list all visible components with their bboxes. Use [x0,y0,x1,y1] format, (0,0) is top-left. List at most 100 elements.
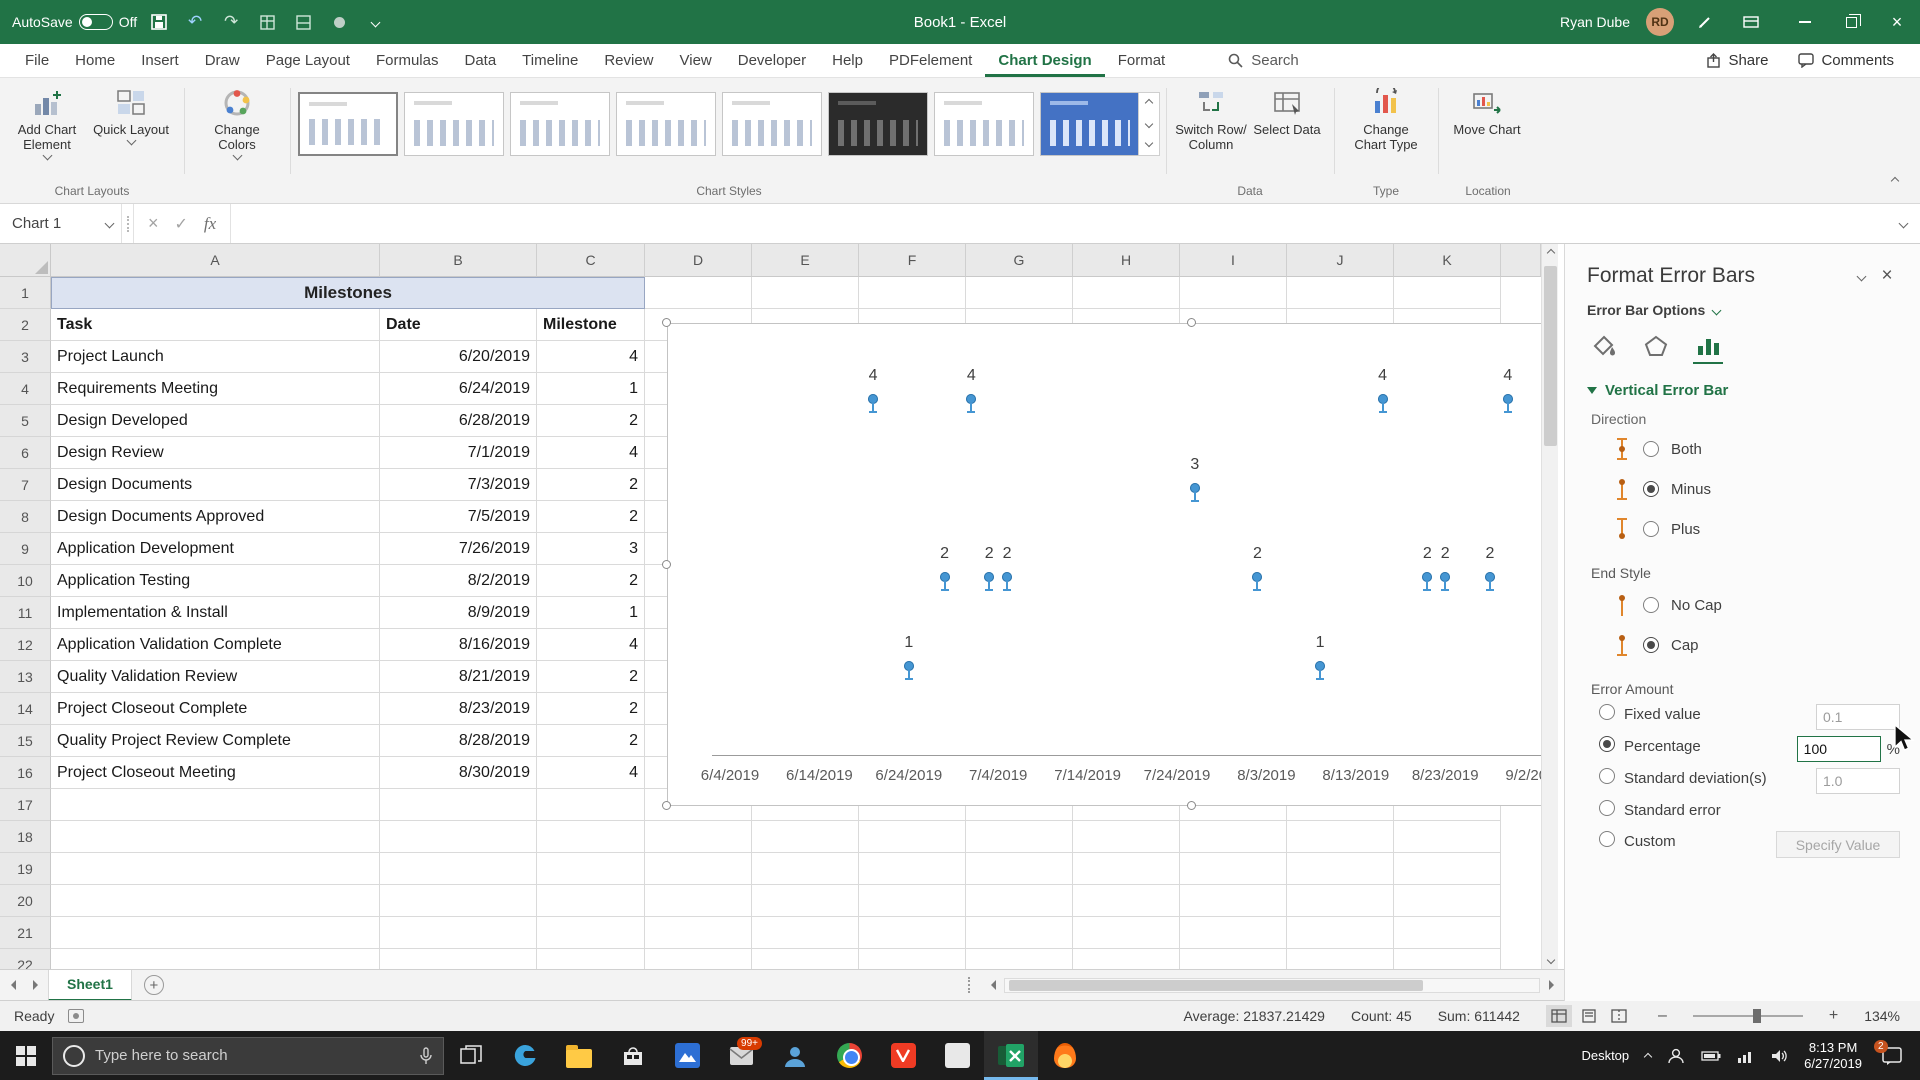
x-axis-tick-label[interactable]: 6/14/2019 [786,767,853,784]
undo-button[interactable]: ↶ [181,8,209,36]
cell[interactable] [51,917,380,949]
row-header-19[interactable]: 19 [0,853,51,885]
row-header-22[interactable]: 22 [0,949,51,969]
cell-milestone[interactable]: 2 [537,469,645,501]
cell[interactable] [645,949,752,969]
radio-button[interactable] [1599,800,1615,816]
cell[interactable] [752,821,859,853]
cell[interactable] [1394,917,1501,949]
normal-view-icon[interactable] [1546,1005,1572,1027]
cell[interactable] [1287,277,1394,309]
tab-view[interactable]: View [667,44,725,77]
tab-timeline[interactable]: Timeline [509,44,591,77]
column-header-i[interactable]: I [1180,244,1287,277]
chart-point-label[interactable]: 2 [1485,545,1494,563]
zoom-in-icon[interactable]: + [1829,1007,1838,1025]
sheet-tab-sheet1[interactable]: Sheet1 [48,970,132,1001]
cell[interactable] [1180,821,1287,853]
cell-task[interactable]: Application Development [51,533,380,565]
edge-icon[interactable] [498,1031,552,1080]
x-axis-tick-label[interactable]: 6/4/2019 [701,767,759,784]
chart-style-5[interactable] [722,92,822,156]
row-header-8[interactable]: 8 [0,501,51,533]
gallery-up-button[interactable] [1139,93,1159,114]
tab-home[interactable]: Home [62,44,128,77]
gallery-down-button[interactable] [1139,114,1159,135]
row-header-20[interactable]: 20 [0,885,51,917]
error-amount-option-custom[interactable]: CustomSpecify Value [1587,828,1900,861]
file-explorer-icon[interactable] [552,1031,606,1080]
column-header-c[interactable]: C [537,244,645,277]
cell[interactable] [645,885,752,917]
store-icon[interactable] [606,1031,660,1080]
cell[interactable] [51,821,380,853]
select-all-corner[interactable] [0,244,51,277]
zoom-out-icon[interactable]: – [1658,1007,1667,1025]
chart-point-marker[interactable] [1378,394,1388,404]
cell-task[interactable]: Project Closeout Meeting [51,757,380,789]
chart-point-label[interactable]: 2 [1253,545,1262,563]
row-header-16[interactable]: 16 [0,757,51,789]
chart-point-marker[interactable] [1252,572,1262,582]
cell[interactable] [1287,885,1394,917]
zoom-slider-thumb[interactable] [1753,1009,1761,1023]
x-axis-tick-label[interactable]: 7/4/2019 [969,767,1027,784]
avatar[interactable]: RD [1646,8,1674,36]
chart-point-label[interactable]: 2 [1423,545,1432,563]
chart-point-marker[interactable] [904,661,914,671]
cell-task[interactable]: Design Documents Approved [51,501,380,533]
column-header-e[interactable]: E [752,244,859,277]
tell-me-search[interactable]: Search [1228,52,1299,69]
cell[interactable] [1073,853,1180,885]
sheet-nav-right-icon[interactable] [24,980,48,990]
cell[interactable] [966,885,1073,917]
row-header-21[interactable]: 21 [0,917,51,949]
column-header-f[interactable]: F [859,244,966,277]
photos-app-icon[interactable] [660,1031,714,1080]
row-header-13[interactable]: 13 [0,661,51,693]
error-amount-option-percentage[interactable]: Percentage% [1587,733,1900,765]
cell-milestone[interactable]: 1 [537,373,645,405]
cell[interactable] [966,949,1073,969]
cell-task[interactable]: Quality Project Review Complete [51,725,380,757]
cell[interactable] [1394,949,1501,969]
cell[interactable] [1180,917,1287,949]
horizontal-scrollbar[interactable] [1004,978,1540,993]
cell[interactable] [380,917,537,949]
chart-point-marker[interactable] [1422,572,1432,582]
close-button[interactable]: × [1874,0,1920,44]
tab-review[interactable]: Review [591,44,666,77]
error-amount-option-standard-deviation-s[interactable]: Standard deviation(s) [1587,765,1900,797]
enter-icon[interactable]: ✓ [175,214,188,234]
chart-point-marker[interactable] [1190,483,1200,493]
tab-splitter[interactable] [968,977,970,993]
cell-header-milestone[interactable]: Milestone [537,309,645,341]
end-style-option-no-cap[interactable]: No Cap [1587,585,1900,625]
cell[interactable] [752,885,859,917]
cell-header-date[interactable]: Date [380,309,537,341]
chart-point-marker[interactable] [1503,394,1513,404]
vertical-error-bar-section[interactable]: Vertical Error Bar [1587,382,1900,399]
quick-layout-button[interactable]: Quick Layout [92,82,170,180]
chart-point-label[interactable]: 4 [967,367,976,385]
chart-point-marker[interactable] [984,572,994,582]
gallery-more-button[interactable] [1139,134,1159,155]
chart-handle[interactable] [1187,801,1196,810]
cell[interactable] [1180,949,1287,969]
vertical-scrollbar[interactable] [1541,244,1558,969]
row-header-17[interactable]: 17 [0,789,51,821]
cell-date[interactable]: 7/26/2019 [380,533,537,565]
add-chart-element-button[interactable]: Add Chart Element [8,82,86,180]
x-axis-tick-label[interactable]: 8/3/2019 [1237,767,1295,784]
chart-style-3[interactable] [510,92,610,156]
row-header-6[interactable]: 6 [0,437,51,469]
x-axis-tick-label[interactable]: 7/24/2019 [1144,767,1211,784]
cell[interactable] [1394,821,1501,853]
cell-header-task[interactable]: Task [51,309,380,341]
change-chart-type-button[interactable]: Change Chart Type [1346,82,1426,180]
cell-milestone[interactable]: 4 [537,629,645,661]
microphone-icon[interactable] [419,1047,433,1065]
cell-milestone[interactable]: 3 [537,533,645,565]
error-amount-option-standard-error[interactable]: Standard error [1587,797,1900,828]
cell[interactable] [752,277,859,309]
